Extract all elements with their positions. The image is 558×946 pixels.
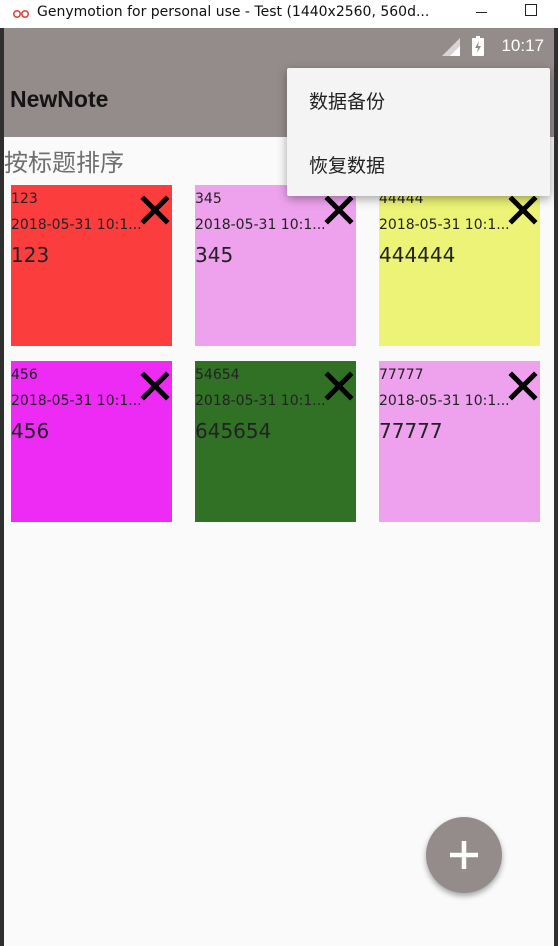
plus-icon xyxy=(450,841,478,869)
app-title: NewNote xyxy=(10,86,109,112)
delete-note-icon[interactable] xyxy=(322,193,356,227)
note-title: 123 xyxy=(11,191,38,207)
note-card[interactable]: 345 2018-05-31 10:1... 345 xyxy=(195,185,356,346)
note-content: 123 xyxy=(11,243,50,267)
maximize-button[interactable] xyxy=(525,4,537,16)
menu-item-label: 数据备份 xyxy=(309,91,386,113)
note-title: 456 xyxy=(11,367,38,383)
note-card[interactable]: 54654 2018-05-31 10:1... 645654 xyxy=(195,361,356,522)
delete-note-icon[interactable] xyxy=(506,369,540,403)
menu-item-label: 恢复数据 xyxy=(309,155,386,177)
menu-item-backup[interactable]: 数据备份 xyxy=(287,68,550,132)
note-date: 2018-05-31 10:1... xyxy=(11,393,142,409)
note-date: 2018-05-31 10:1... xyxy=(195,217,326,233)
note-card[interactable]: 456 2018-05-31 10:1... 456 xyxy=(11,361,172,522)
overflow-menu: 数据备份 恢复数据 xyxy=(287,68,550,196)
note-date: 2018-05-31 10:1... xyxy=(11,217,142,233)
delete-note-icon[interactable] xyxy=(506,193,540,227)
sort-by-title-label[interactable]: 按标题排序 xyxy=(4,143,124,178)
note-card[interactable]: 77777 2018-05-31 10:1... 77777 xyxy=(379,361,540,522)
note-title: 345 xyxy=(195,191,222,207)
note-title: 77777 xyxy=(379,367,424,383)
menu-item-restore[interactable]: 恢复数据 xyxy=(287,132,550,196)
note-date: 2018-05-31 10:1... xyxy=(379,217,510,233)
note-content: 444444 xyxy=(379,243,456,267)
note-card[interactable]: 123 2018-05-31 10:1... 123 xyxy=(11,185,172,346)
device-screen: 10:17 NewNote 按标题排序 123 2018-05-31 10:1.… xyxy=(4,28,554,946)
window-titlebar: Genymotion for personal use - Test (1440… xyxy=(0,0,558,29)
note-date: 2018-05-31 10:1... xyxy=(379,393,510,409)
note-content: 645654 xyxy=(195,419,272,443)
note-card[interactable]: 44444 2018-05-31 10:1... 444444 xyxy=(379,185,540,346)
note-title: 54654 xyxy=(195,367,240,383)
signal-icon xyxy=(442,38,460,56)
minimize-button[interactable] xyxy=(476,12,487,13)
delete-note-icon[interactable] xyxy=(138,369,172,403)
battery-charging-icon xyxy=(472,36,484,56)
note-content: 77777 xyxy=(379,419,443,443)
note-date: 2018-05-31 10:1... xyxy=(195,393,326,409)
note-content: 345 xyxy=(195,243,234,267)
add-note-button[interactable] xyxy=(426,817,502,893)
device-frame-right xyxy=(554,28,558,946)
delete-note-icon[interactable] xyxy=(322,369,356,403)
status-time: 10:17 xyxy=(501,36,544,55)
genymotion-logo-icon xyxy=(12,6,30,20)
note-content: 456 xyxy=(11,419,50,443)
window-title: Genymotion for personal use - Test (1440… xyxy=(37,4,430,20)
delete-note-icon[interactable] xyxy=(138,193,172,227)
